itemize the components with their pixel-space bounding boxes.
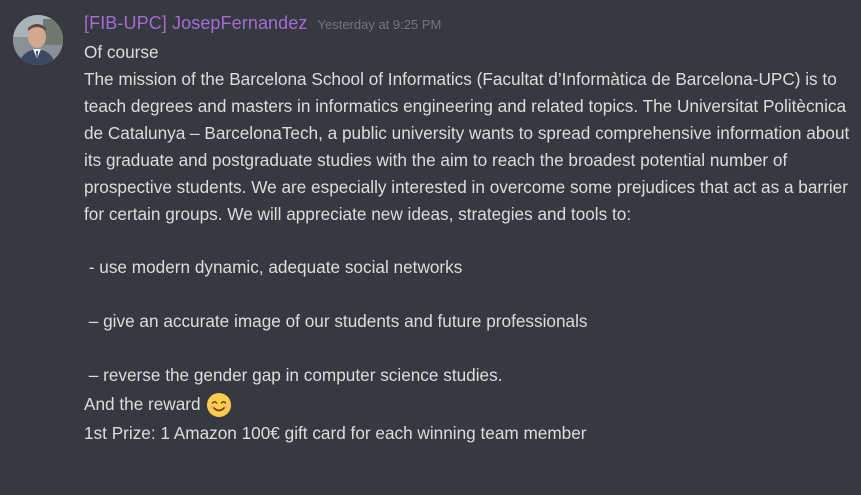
message-paragraph-mission: The mission of the Barcelona School of I… bbox=[84, 69, 850, 224]
reward-line: And the reward bbox=[84, 389, 854, 420]
timestamp[interactable]: Yesterday at 9:25 PM bbox=[318, 17, 442, 32]
username[interactable]: [FIB-UPC] JosepFernandez bbox=[84, 13, 308, 34]
bullet-social-networks: - use modern dynamic, adequate social ne… bbox=[84, 257, 463, 278]
prize-line: 1st Prize: 1 Amazon 100€ gift card for e… bbox=[84, 423, 587, 444]
avatar-photo-icon bbox=[13, 15, 63, 65]
message-content: [FIB-UPC] JosepFernandez Yesterday at 9:… bbox=[84, 13, 854, 447]
chat-message: [FIB-UPC] JosepFernandez Yesterday at 9:… bbox=[0, 0, 861, 495]
message-line-of-course: Of course bbox=[84, 42, 159, 62]
message-header: [FIB-UPC] JosepFernandez Yesterday at 9:… bbox=[84, 13, 854, 39]
reward-text: And the reward bbox=[84, 394, 201, 415]
bullet-accurate-image: – give an accurate image of our students… bbox=[84, 311, 588, 332]
user-avatar[interactable] bbox=[13, 15, 63, 65]
smiling-face-emoji-icon[interactable] bbox=[206, 392, 232, 418]
bullet-gender-gap: – reverse the gender gap in computer sci… bbox=[84, 365, 503, 386]
